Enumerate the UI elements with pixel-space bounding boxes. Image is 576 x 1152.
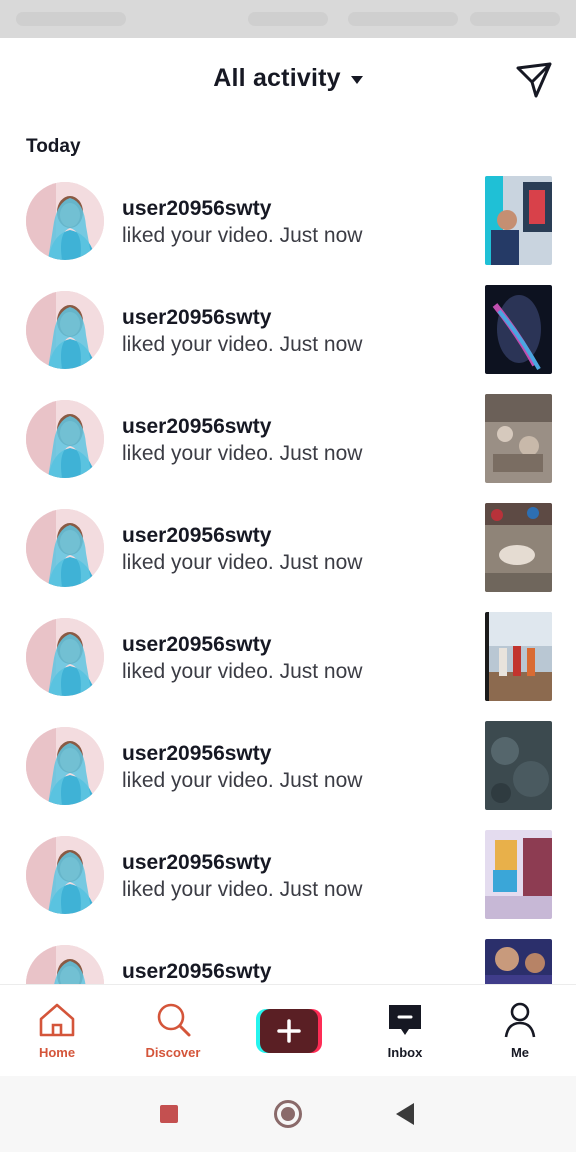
avatar[interactable] — [26, 291, 104, 369]
tab-discover-label: Discover — [145, 1045, 201, 1060]
tab-me[interactable]: Me — [475, 1001, 565, 1060]
recents-icon[interactable] — [160, 1105, 178, 1123]
notification-message: liked your video. Just now — [122, 442, 363, 465]
video-thumbnail[interactable] — [485, 830, 552, 919]
notification-row[interactable]: user20956swty liked your video. Just now — [0, 493, 576, 602]
notification-row[interactable]: user20956swty liked your video. Just now — [0, 166, 576, 275]
tab-inbox[interactable]: Inbox — [360, 1001, 450, 1060]
tab-discover[interactable]: Discover — [128, 1001, 218, 1060]
video-thumbnail[interactable] — [485, 939, 552, 984]
search-icon — [157, 1003, 191, 1037]
notification-username[interactable]: user20956swty — [122, 632, 362, 658]
profile-icon — [504, 1002, 536, 1038]
notification-username[interactable]: user20956swty — [122, 741, 362, 767]
home-circle-icon[interactable] — [274, 1100, 302, 1128]
avatar[interactable] — [26, 400, 104, 478]
notification-row[interactable]: user20956swty liked your video. Just now — [0, 384, 576, 493]
video-thumbnail[interactable] — [485, 612, 552, 701]
video-thumbnail[interactable] — [485, 503, 552, 592]
notification-username[interactable]: user20956swty — [122, 850, 362, 876]
notification-username[interactable]: user20956swty — [122, 414, 362, 440]
notification-message: liked your video. Just now — [122, 224, 363, 247]
header: All activity — [0, 38, 576, 122]
notification-username[interactable]: user20956swty — [122, 305, 362, 331]
create-button[interactable] — [256, 1009, 322, 1053]
video-thumbnail[interactable] — [485, 394, 552, 483]
notification-row[interactable]: user20956swty liked your video. Just now — [0, 602, 576, 711]
home-icon — [39, 1003, 75, 1037]
page-title: All activity — [213, 64, 341, 92]
section-label-today: Today — [26, 136, 81, 157]
inbox-icon — [389, 1005, 421, 1035]
avatar[interactable] — [26, 836, 104, 914]
tab-home[interactable]: Home — [12, 1001, 102, 1060]
system-navigation-bar — [0, 1076, 576, 1152]
status-bar — [0, 0, 576, 38]
tab-me-label: Me — [510, 1045, 530, 1060]
video-thumbnail[interactable] — [485, 721, 552, 810]
avatar[interactable] — [26, 727, 104, 805]
avatar[interactable] — [26, 182, 104, 260]
send-icon[interactable] — [514, 60, 554, 100]
bottom-tab-bar: Home Discover Inbox Me — [0, 984, 576, 1076]
notification-message: liked your video. Just now — [122, 878, 363, 901]
back-icon[interactable] — [396, 1103, 414, 1125]
notification-row[interactable]: user20956swty liked your video. Just now — [0, 820, 576, 929]
notification-message: liked your video. Just now — [122, 333, 363, 356]
notification-username[interactable]: user20956swty — [122, 196, 362, 222]
avatar[interactable] — [26, 945, 104, 984]
notification-row[interactable]: user20956swty liked your video. Just now — [0, 711, 576, 820]
notification-username[interactable]: user20956swty — [122, 523, 362, 549]
avatar[interactable] — [26, 509, 104, 587]
caret-down-icon — [350, 76, 363, 84]
notification-list[interactable]: user20956swty liked your video. Just now… — [0, 166, 576, 984]
notification-row[interactable]: user20956swty — [0, 929, 576, 984]
video-thumbnail[interactable] — [485, 285, 552, 374]
tab-inbox-label: Inbox — [387, 1045, 423, 1060]
activity-filter-dropdown[interactable]: All activity — [0, 64, 576, 93]
notification-message: liked your video. Just now — [122, 551, 363, 574]
avatar[interactable] — [26, 618, 104, 696]
notification-message: liked your video. Just now — [122, 769, 363, 792]
tab-home-label: Home — [38, 1045, 76, 1060]
notification-row[interactable]: user20956swty liked your video. Just now — [0, 275, 576, 384]
notification-message: liked your video. Just now — [122, 660, 363, 683]
notification-username[interactable]: user20956swty — [122, 959, 271, 984]
video-thumbnail[interactable] — [485, 176, 552, 265]
